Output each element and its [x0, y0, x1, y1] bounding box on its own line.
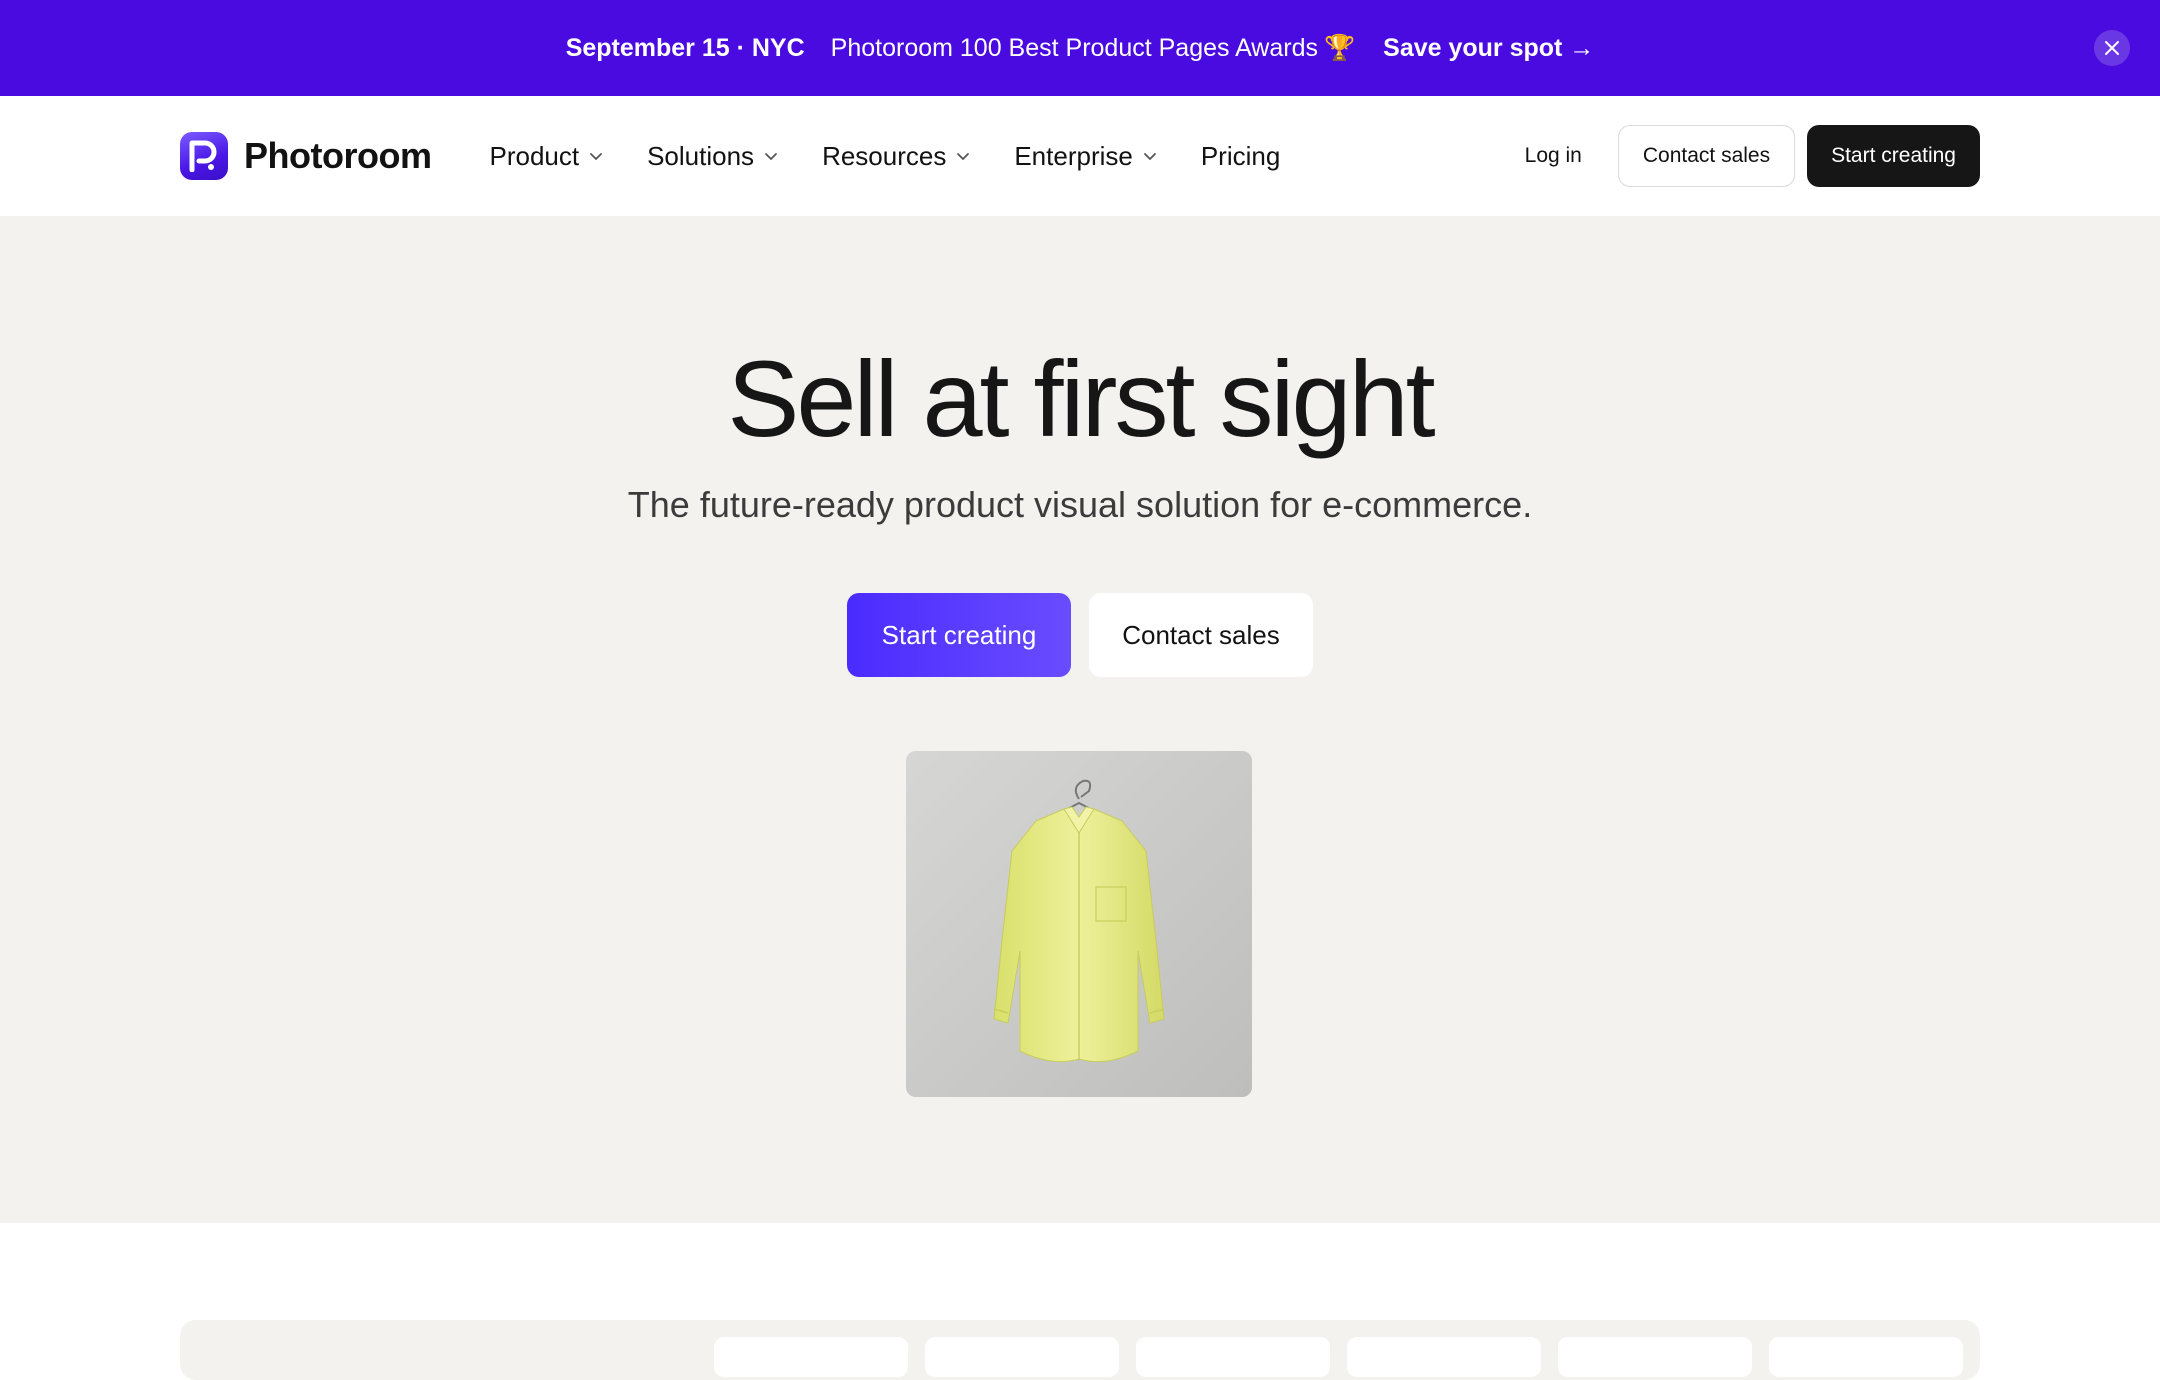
nav-item-product[interactable]: Product — [489, 141, 603, 172]
banner-event: September 15 · NYC — [565, 33, 805, 62]
chevron-down-icon — [765, 153, 777, 160]
nav-item-label: Pricing — [1200, 140, 1281, 171]
nav-item-label: Enterprise — [1014, 140, 1133, 171]
nav-actions: Log in Contact sales Start creating — [1525, 125, 1980, 187]
promo-banner: September 15 · NYC Photoroom 100 Best Pr… — [0, 0, 2160, 96]
hero-product-image — [906, 751, 1252, 1097]
nav-item-solutions[interactable]: Solutions — [647, 141, 778, 172]
brand-logo[interactable]: Photoroom — [180, 132, 432, 180]
nav-item-enterprise[interactable]: Enterprise — [1014, 141, 1157, 172]
trophy-icon: 🏆 — [1324, 33, 1356, 62]
hero-subtitle: The future-ready product visual solution… — [627, 484, 1533, 525]
yellow-shirt-image — [906, 751, 1252, 1097]
feature-tab[interactable] — [1347, 1337, 1541, 1377]
hero-start-creating-button[interactable]: Start creating — [847, 593, 1071, 677]
banner-close-button[interactable] — [2094, 30, 2130, 66]
banner-cta-link[interactable]: Save your spot → — [1383, 34, 1594, 63]
feature-tab[interactable] — [1769, 1337, 1963, 1377]
hero-section: Sell at first sight The future-ready pro… — [0, 216, 2160, 1223]
brand-name: Photoroom — [244, 135, 432, 176]
banner-title: Photoroom 100 Best Product Pages Awards 🏆 — [830, 33, 1356, 62]
chevron-down-icon — [957, 153, 970, 160]
feature-tab[interactable] — [925, 1337, 1119, 1377]
chevron-down-icon — [590, 153, 602, 160]
chevron-down-icon — [1143, 153, 1156, 160]
hero-cta-group: Start creating Contact sales — [0, 593, 2160, 677]
nav-item-label: Solutions — [647, 140, 755, 171]
close-icon — [2105, 41, 2119, 55]
hero-contact-sales-button[interactable]: Contact sales — [1089, 593, 1313, 677]
main-menu: Product Solutions Resources Enterprise P… — [489, 141, 1324, 172]
nav-item-label: Product — [489, 140, 580, 171]
contact-sales-button[interactable]: Contact sales — [1617, 125, 1796, 187]
nav-item-pricing[interactable]: Pricing — [1201, 141, 1280, 172]
nav-item-label: Resources — [822, 140, 947, 171]
hero-title: Sell at first sight — [727, 338, 1435, 459]
lower-section — [0, 1223, 2160, 1380]
feature-tab[interactable] — [714, 1337, 908, 1377]
start-creating-button[interactable]: Start creating — [1807, 125, 1980, 187]
login-link[interactable]: Log in — [1525, 144, 1582, 168]
feature-tab[interactable] — [1558, 1337, 1752, 1377]
nav-item-resources[interactable]: Resources — [822, 141, 970, 172]
feature-tab[interactable] — [1136, 1337, 1330, 1377]
top-nav: Photoroom Product Solutions Resources En… — [0, 96, 2160, 216]
photoroom-logo-icon — [180, 132, 228, 180]
